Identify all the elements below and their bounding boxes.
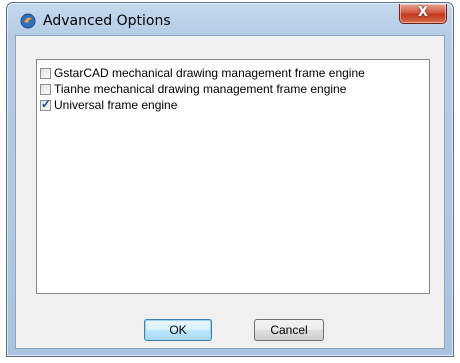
checkbox-checked[interactable]: ✓ bbox=[40, 96, 52, 111]
list-item-label: GstarCAD mechanical drawing management f… bbox=[54, 66, 365, 80]
checkbox[interactable] bbox=[40, 83, 51, 95]
title-bar[interactable]: Advanced Options X bbox=[7, 3, 453, 37]
dialog-client-area: GstarCAD mechanical drawing management f… bbox=[15, 35, 445, 349]
dialog-title: Advanced Options bbox=[43, 13, 171, 29]
close-button[interactable]: X bbox=[399, 4, 447, 24]
advanced-options-dialog: Advanced Options X GstarCAD mechanical d… bbox=[6, 2, 454, 357]
list-item[interactable]: GstarCAD mechanical drawing management f… bbox=[40, 65, 365, 81]
list-item-label: Tianhe mechanical drawing management fra… bbox=[54, 82, 347, 96]
cancel-button[interactable]: Cancel bbox=[254, 319, 324, 341]
check-icon: ✓ bbox=[41, 96, 52, 111]
list-item[interactable]: ✓ Universal frame engine bbox=[40, 97, 177, 113]
checkbox[interactable] bbox=[40, 67, 51, 79]
engine-list[interactable]: GstarCAD mechanical drawing management f… bbox=[36, 59, 430, 294]
app-icon bbox=[20, 13, 36, 29]
list-item-label: Universal frame engine bbox=[54, 98, 178, 112]
ok-button[interactable]: OK bbox=[144, 319, 212, 341]
list-item[interactable]: Tianhe mechanical drawing management fra… bbox=[40, 81, 346, 97]
